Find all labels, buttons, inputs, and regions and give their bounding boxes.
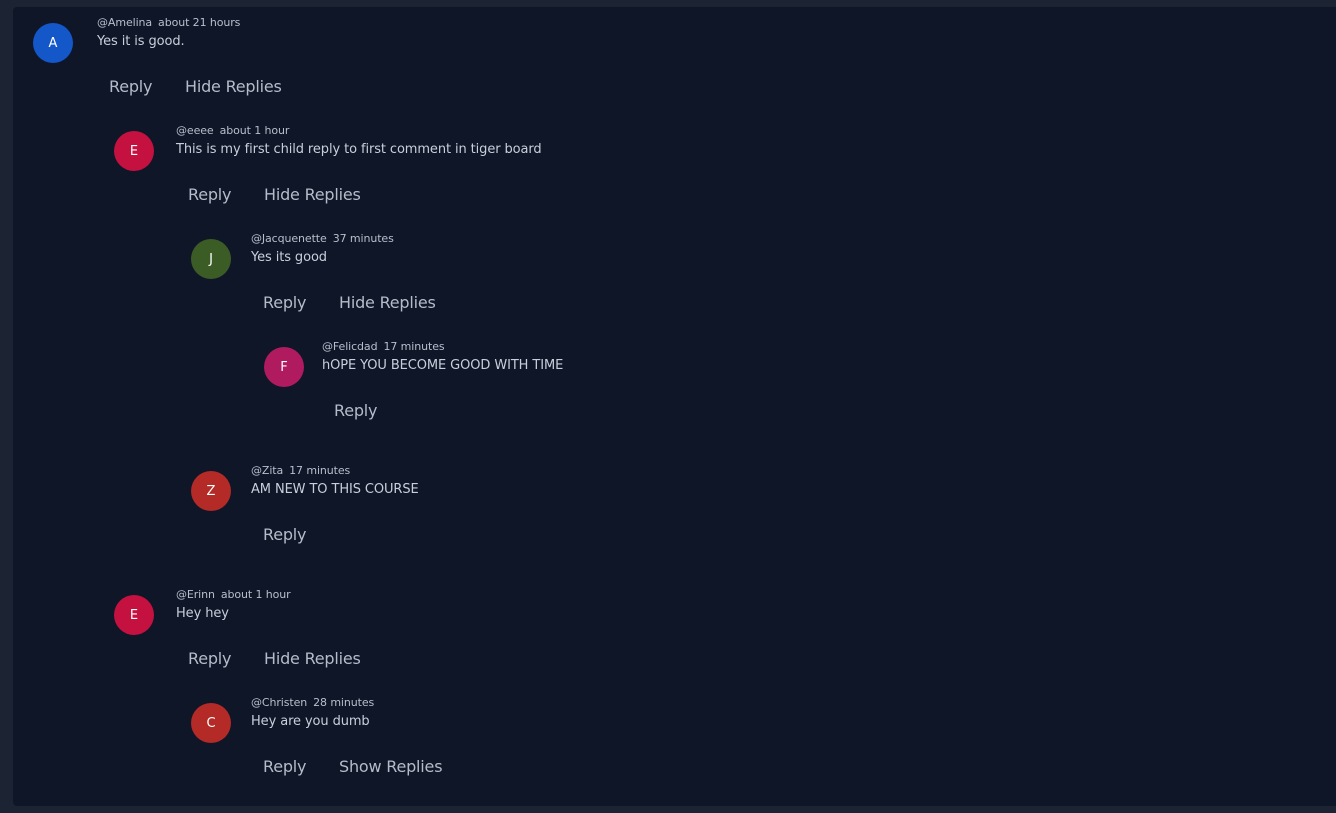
comment-username[interactable]: @Christen [251,696,307,709]
comment-time: 17 minutes [383,340,445,353]
avatar: A [33,23,73,63]
comment-username[interactable]: @eeee [176,124,214,137]
hide-replies-button[interactable]: Hide Replies [264,185,361,204]
avatar: Z [191,471,231,511]
avatar: E [114,595,154,635]
comment-text: hOPE YOU BECOME GOOD WITH TIME [322,358,564,373]
avatar: C [191,703,231,743]
reply-button[interactable]: Reply [334,401,378,420]
comment-meta: @Jacquenette 37 minutes [251,232,394,245]
comment-text: AM NEW TO THIS COURSE [251,482,419,497]
comment-meta: @Felicdad 17 minutes [322,340,445,353]
hide-replies-button[interactable]: Hide Replies [185,77,282,96]
reply-button[interactable]: Reply [188,649,232,668]
reply-button[interactable]: Reply [109,77,153,96]
comment-time: about 1 hour [220,588,291,601]
hide-replies-button[interactable]: Hide Replies [339,293,436,312]
comment-time: about 21 hours [158,16,241,29]
hide-replies-button[interactable]: Hide Replies [264,649,361,668]
comment-username[interactable]: @Jacquenette [251,232,327,245]
comment-username[interactable]: @Erinn [176,588,215,601]
comment-meta: @eeee about 1 hour [176,124,289,137]
comment-meta: @Zita 17 minutes [251,464,350,477]
reply-button[interactable]: Reply [263,757,307,776]
show-replies-button[interactable]: Show Replies [339,757,443,776]
comment-meta: @Amelina about 21 hours [97,16,240,29]
comment-text: Yes it is good. [97,34,185,49]
reply-button[interactable]: Reply [188,185,232,204]
comment-time: 37 minutes [332,232,394,245]
comment-text: Hey are you dumb [251,714,370,729]
comment-time: 17 minutes [289,464,351,477]
reply-button[interactable]: Reply [263,525,307,544]
comment-username[interactable]: @Felicdad [322,340,378,353]
comment-meta: @Erinn about 1 hour [176,588,291,601]
reply-button[interactable]: Reply [263,293,307,312]
comment-text: This is my first child reply to first co… [176,142,542,157]
comment-text: Hey hey [176,606,229,621]
comment-time: about 1 hour [219,124,290,137]
avatar: E [114,131,154,171]
comment-username[interactable]: @Zita [251,464,283,477]
comment-time: 28 minutes [313,696,375,709]
comment-meta: @Christen 28 minutes [251,696,374,709]
comment-text: Yes its good [251,250,327,265]
avatar: F [264,347,304,387]
avatar: J [191,239,231,279]
comment-username[interactable]: @Amelina [97,16,152,29]
